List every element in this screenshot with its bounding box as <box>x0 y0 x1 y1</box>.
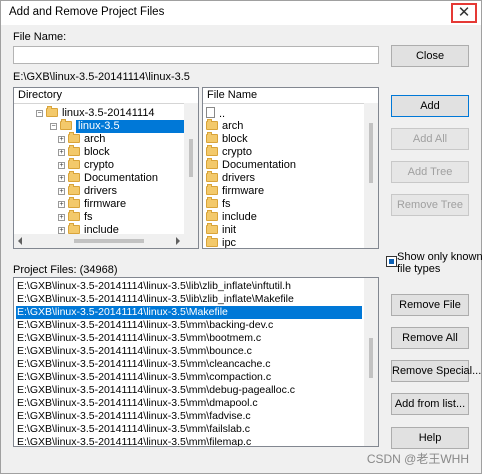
scroll-thumb[interactable] <box>369 338 373 378</box>
scroll-thumb[interactable] <box>189 139 193 177</box>
directory-vscrollbar[interactable] <box>184 103 198 234</box>
file-item[interactable]: include <box>206 210 257 224</box>
directory-hscrollbar[interactable] <box>14 234 198 248</box>
dir-child-item[interactable]: + block <box>58 145 110 159</box>
project-file-item[interactable]: E:\GXB\linux-3.5-20141114\linux-3.5\mm\f… <box>16 436 362 446</box>
expand-icon[interactable]: + <box>58 175 65 182</box>
project-file-item[interactable]: E:\GXB\linux-3.5-20141114\linux-3.5\lib\… <box>16 293 362 306</box>
folder-icon <box>68 171 80 182</box>
expand-icon[interactable]: + <box>58 162 65 169</box>
current-path: E:\GXB\linux-3.5-20141114\linux-3.5 <box>13 71 190 83</box>
folder-icon <box>206 223 218 234</box>
project-file-item[interactable]: E:\GXB\linux-3.5-20141114\linux-3.5\mm\f… <box>16 410 362 423</box>
file-icon <box>206 107 215 118</box>
file-list-panel[interactable]: File Name .. arch block crypto Documenta… <box>202 87 379 249</box>
folder-icon <box>68 145 80 156</box>
folder-icon <box>206 145 218 156</box>
file-item[interactable]: firmware <box>206 184 264 198</box>
folder-icon <box>68 223 80 234</box>
project-file-item[interactable]: E:\GXB\linux-3.5-20141114\linux-3.5\mm\b… <box>16 332 362 345</box>
folder-icon <box>206 236 218 247</box>
scroll-left-icon[interactable] <box>18 237 22 245</box>
project-file-item[interactable]: E:\GXB\linux-3.5-20141114\linux-3.5\lib\… <box>16 280 362 293</box>
folder-icon <box>206 184 218 195</box>
dir-child-item[interactable]: + fs <box>58 210 93 224</box>
collapse-icon[interactable]: − <box>50 123 57 130</box>
title-bar: Add and Remove Project Files ✕ <box>1 1 481 25</box>
add-from-list-button[interactable]: Add from list... <box>391 393 469 415</box>
project-file-item[interactable]: E:\GXB\linux-3.5-20141114\linux-3.5\mm\b… <box>16 345 362 358</box>
project-file-item[interactable]: E:\GXB\linux-3.5-20141114\linux-3.5\mm\d… <box>16 397 362 410</box>
file-item[interactable]: Documentation <box>206 158 296 172</box>
show-known-types-checkbox[interactable] <box>386 256 397 267</box>
folder-open-icon <box>60 119 72 130</box>
watermark: CSDN @老王WHH <box>366 452 469 466</box>
project-files-label: Project Files: (34968) <box>13 264 118 276</box>
file-item[interactable]: crypto <box>206 145 252 159</box>
folder-icon <box>68 210 80 221</box>
close-button[interactable]: Close <box>391 45 469 67</box>
file-name-label: File Name: <box>13 31 67 43</box>
project-file-item[interactable]: E:\GXB\linux-3.5-20141114\linux-3.5\mm\c… <box>16 371 362 384</box>
close-icon: ✕ <box>457 4 471 21</box>
expand-icon[interactable]: + <box>58 136 65 143</box>
file-list-header: File Name <box>203 88 378 104</box>
dir-child-item[interactable]: + drivers <box>58 184 117 198</box>
file-list-vscrollbar[interactable] <box>364 103 378 248</box>
file-name-input[interactable] <box>13 46 379 64</box>
scroll-thumb[interactable] <box>369 123 373 183</box>
collapse-icon[interactable]: − <box>36 110 43 117</box>
file-item[interactable]: ipc <box>206 236 236 248</box>
directory-header: Directory <box>14 88 198 104</box>
dir-child-item[interactable]: + arch <box>58 132 105 146</box>
expand-icon[interactable]: + <box>58 188 65 195</box>
folder-icon <box>68 132 80 143</box>
folder-icon <box>206 158 218 169</box>
close-window-button[interactable]: ✕ <box>451 3 477 23</box>
dir-root-item[interactable]: − linux-3.5-20141114 <box>36 106 155 120</box>
folder-icon <box>206 132 218 143</box>
folder-icon <box>68 197 80 208</box>
expand-icon[interactable]: + <box>58 201 65 208</box>
help-button[interactable]: Help <box>391 427 469 449</box>
file-item[interactable]: block <box>206 132 248 146</box>
add-all-button[interactable]: Add All <box>391 128 469 150</box>
remove-all-button[interactable]: Remove All <box>391 327 469 349</box>
folder-open-icon <box>46 106 58 117</box>
project-file-item[interactable]: E:\GXB\linux-3.5-20141114\linux-3.5\mm\c… <box>16 358 362 371</box>
dir-child-item[interactable]: + crypto <box>58 158 114 172</box>
expand-icon[interactable]: + <box>58 149 65 156</box>
project-file-item[interactable]: E:\GXB\linux-3.5-20141114\linux-3.5\mm\f… <box>16 423 362 436</box>
project-file-item-selected[interactable]: E:\GXB\linux-3.5-20141114\linux-3.5\Make… <box>16 306 362 319</box>
window-title: Add and Remove Project Files <box>9 6 165 18</box>
folder-icon <box>68 158 80 169</box>
add-remove-files-dialog: Add and Remove Project Files ✕ File Name… <box>0 0 482 474</box>
expand-icon[interactable]: + <box>58 227 65 234</box>
remove-file-button[interactable]: Remove File <box>391 294 469 316</box>
scroll-thumb[interactable] <box>74 239 144 243</box>
folder-icon <box>206 171 218 182</box>
project-file-item[interactable]: E:\GXB\linux-3.5-20141114\linux-3.5\mm\d… <box>16 384 362 397</box>
folder-icon <box>206 119 218 130</box>
scroll-right-icon[interactable] <box>176 237 180 245</box>
project-files-list[interactable]: E:\GXB\linux-3.5-20141114\linux-3.5\lib\… <box>13 277 379 447</box>
show-known-types-label-line2: file types <box>397 263 441 275</box>
add-button[interactable]: Add <box>391 95 469 117</box>
remove-tree-button[interactable]: Remove Tree <box>391 194 469 216</box>
remove-special-button[interactable]: Remove Special... <box>391 360 481 382</box>
folder-icon <box>68 184 80 195</box>
directory-panel[interactable]: Directory − linux-3.5-20141114 − linux-3.5… <box>13 87 199 249</box>
show-known-types-label-line1: Show only known <box>397 251 482 263</box>
project-file-item[interactable]: E:\GXB\linux-3.5-20141114\linux-3.5\mm\b… <box>16 319 362 332</box>
expand-icon[interactable]: + <box>58 214 65 221</box>
file-item[interactable]: drivers <box>206 171 255 185</box>
folder-icon <box>206 210 218 221</box>
project-files-vscrollbar[interactable] <box>364 278 378 446</box>
folder-icon <box>206 197 218 208</box>
add-tree-button[interactable]: Add Tree <box>391 161 469 183</box>
